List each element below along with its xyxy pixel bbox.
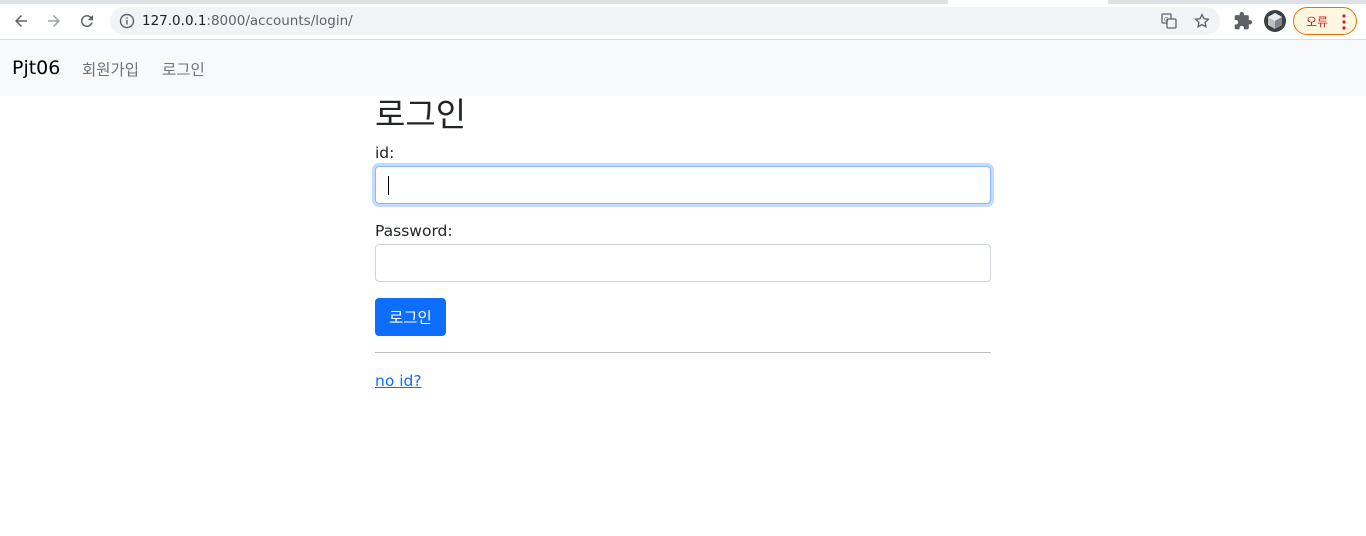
page-title: 로그인 [375, 95, 467, 134]
translate-icon[interactable]: G [1160, 12, 1178, 30]
text-caret [388, 176, 389, 195]
id-label: id: [375, 144, 395, 162]
reload-icon[interactable] [76, 10, 98, 32]
forward-icon[interactable] [43, 10, 65, 32]
address-bar[interactable]: 127.0.0.1:8000/accounts/login/ G [110, 7, 1220, 35]
bookmark-star-icon[interactable] [1193, 12, 1211, 30]
nav-signup-link[interactable]: 회원가입 [82, 58, 139, 80]
nav-login-link[interactable]: 로그인 [162, 58, 205, 80]
id-field-wrap [375, 166, 991, 204]
id-input[interactable] [375, 166, 991, 204]
extensions-puzzle-icon[interactable] [1233, 11, 1253, 31]
password-label: Password: [375, 222, 453, 240]
url-text[interactable]: 127.0.0.1:8000/accounts/login/ [142, 13, 353, 29]
site-info-icon[interactable] [119, 13, 135, 29]
error-badge-label: 오류 [1306, 14, 1329, 29]
brand-link[interactable]: Pjt06 [12, 57, 60, 79]
browser-error-button[interactable]: 오류 [1293, 7, 1357, 35]
password-input[interactable] [375, 244, 991, 282]
browser-toolbar: 127.0.0.1:8000/accounts/login/ G 오류 [0, 0, 1366, 40]
url-path: :8000/accounts/login/ [206, 13, 353, 29]
signup-link[interactable]: no id? [375, 372, 422, 390]
back-icon[interactable] [10, 10, 32, 32]
svg-text:G: G [1164, 17, 1169, 24]
active-tab[interactable] [948, 0, 1108, 4]
login-container: 로그인 id: Password: 로그인 no id? [375, 96, 991, 390]
app-navbar: Pjt06 회원가입 로그인 [0, 40, 1366, 96]
divider [375, 352, 991, 353]
login-submit-button[interactable]: 로그인 [375, 298, 446, 336]
kebab-menu-icon[interactable] [1342, 14, 1346, 30]
url-host: 127.0.0.1 [142, 13, 207, 29]
tab-strip [0, 0, 1366, 4]
profile-avatar[interactable] [1264, 10, 1286, 32]
